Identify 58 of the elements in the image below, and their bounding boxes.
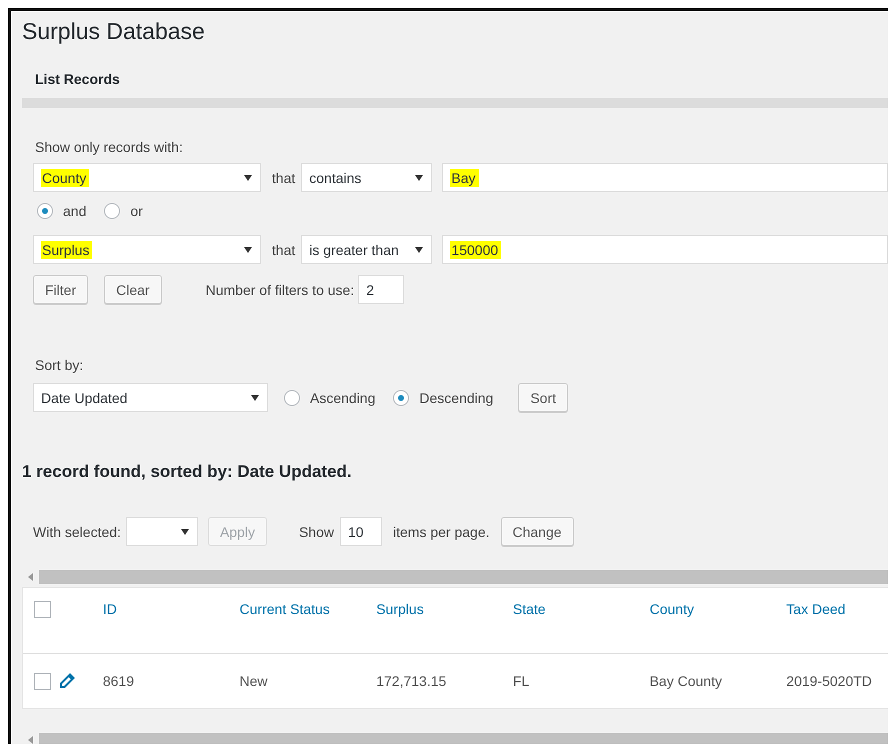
results-summary: 1 record found, sorted by: Date Updated.: [22, 462, 353, 482]
sort-select[interactable]: Date Updated: [33, 383, 268, 412]
table-cell: Bay County: [650, 673, 722, 689]
page-title: Surplus Database: [22, 17, 206, 46]
caret-icon: [251, 394, 259, 400]
radio-button[interactable]: [284, 390, 300, 406]
that-label: that: [272, 170, 296, 186]
caret-icon: [180, 528, 189, 534]
scrollbar[interactable]: [39, 733, 888, 744]
radio-label: Ascending: [310, 390, 376, 406]
scroll-left-icon[interactable]: [28, 573, 33, 581]
field-select[interactable]: County: [33, 163, 261, 192]
table-cell: 8619: [102, 673, 134, 689]
radio-label: or: [130, 203, 143, 219]
that-label: that: [272, 242, 296, 258]
sort-button[interactable]: Sort: [518, 383, 568, 412]
row-checkbox[interactable]: [34, 672, 51, 690]
filter-count-label: Number of filters to use:: [206, 282, 354, 298]
radio-button[interactable]: [37, 203, 53, 219]
radio-label: and: [63, 203, 86, 219]
filter-button[interactable]: Clear: [104, 275, 162, 304]
show-label: Show: [298, 524, 334, 540]
column-header[interactable]: Current Status: [240, 601, 330, 617]
radio-label: Descending: [419, 390, 494, 406]
value-field[interactable]: 150000: [442, 235, 888, 264]
table-cell: 2019-5020TD: [786, 673, 872, 689]
caret-icon: [415, 246, 424, 252]
operator-select[interactable]: contains: [301, 163, 432, 192]
caret-icon: [244, 174, 252, 180]
select-all-checkbox[interactable]: [34, 601, 51, 618]
column-header[interactable]: ID: [102, 601, 117, 617]
scroll-left-icon[interactable]: [28, 736, 33, 744]
scrollbar[interactable]: [39, 570, 888, 584]
table-cell: 172,713.15: [376, 673, 446, 689]
caret-icon: [415, 174, 424, 180]
radio-button[interactable]: [393, 390, 410, 406]
table-cell: New: [240, 673, 268, 689]
per-page-field[interactable]: 10: [340, 517, 382, 546]
column-header[interactable]: County: [650, 601, 694, 617]
sort-label: Sort by:: [35, 357, 84, 373]
change-button[interactable]: Change: [500, 517, 574, 546]
filter-label: Show only records with:: [35, 139, 184, 155]
filter-count-field[interactable]: 2: [358, 275, 404, 304]
caret-icon: [244, 246, 252, 252]
column-header[interactable]: Tax Deed: [786, 601, 846, 617]
per-page-label: items per page.: [393, 524, 490, 540]
table-cell: FL: [512, 673, 530, 689]
column-header[interactable]: Surplus: [376, 601, 424, 617]
radio-button[interactable]: [104, 203, 120, 219]
column-header[interactable]: State: [512, 601, 546, 617]
value-field[interactable]: Bay: [442, 163, 888, 192]
pencil-icon[interactable]: [59, 673, 75, 689]
filter-button[interactable]: Filter: [33, 275, 88, 304]
operator-select[interactable]: is greater than: [301, 235, 432, 264]
bulk-action-select[interactable]: [126, 517, 198, 546]
section-heading: List Records: [35, 70, 121, 88]
field-select[interactable]: Surplus: [33, 235, 261, 264]
bulk-action-label: With selected:: [33, 524, 121, 540]
